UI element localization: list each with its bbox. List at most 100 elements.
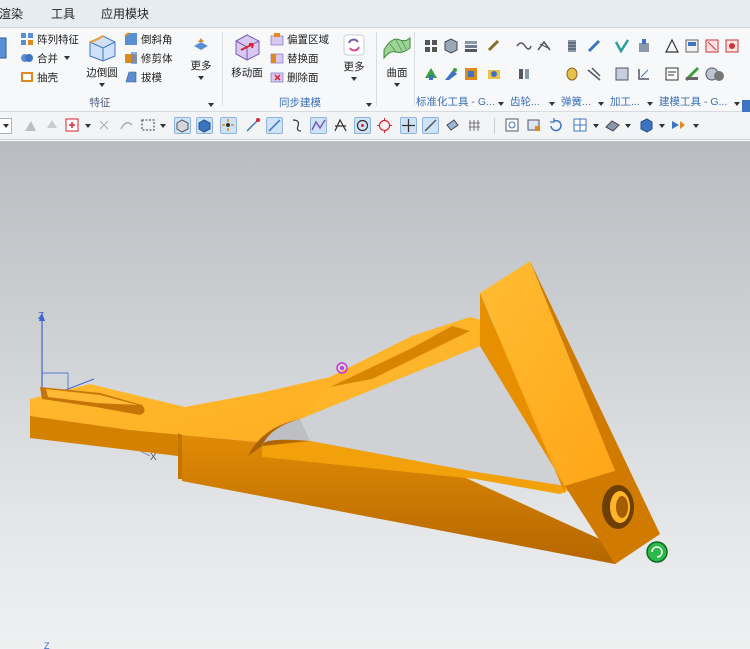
control-point-icon[interactable] — [288, 117, 305, 134]
replace-face-button[interactable]: 替换面 — [270, 49, 319, 67]
machining-c-icon[interactable] — [614, 66, 630, 82]
modeling-tools-tab[interactable]: 建模工具 - G... — [659, 94, 735, 109]
edit-object-display-dropdown-icon[interactable] — [659, 124, 665, 128]
part-body[interactable] — [30, 261, 660, 564]
spring-a-icon[interactable] — [564, 38, 580, 54]
show-hide-icon[interactable] — [670, 117, 687, 134]
feature-more-dropdown-icon[interactable] — [198, 76, 204, 80]
sync-more-dropdown-icon[interactable] — [351, 77, 357, 81]
pattern-feature-button[interactable]: 阵列特征 — [20, 30, 79, 48]
fit-view-icon[interactable] — [504, 117, 521, 134]
menu-app-modules[interactable]: 应用模块 — [93, 5, 157, 22]
render-style-icon[interactable] — [604, 117, 621, 134]
mid-point-icon[interactable] — [266, 117, 283, 134]
machining-tab[interactable]: 加工... — [610, 94, 650, 109]
tool-blue-icon[interactable] — [443, 66, 459, 82]
gear-tab[interactable]: 齿轮... — [510, 94, 550, 109]
orient-view-dropdown-icon[interactable] — [593, 124, 599, 128]
end-point-icon[interactable] — [244, 117, 261, 134]
library-icon[interactable] — [443, 38, 459, 54]
select-body-icon[interactable] — [174, 117, 191, 134]
graphics-viewport[interactable]: Z X Z — [0, 141, 750, 649]
select-feature-dropdown-icon[interactable] — [85, 124, 91, 128]
gear-a-icon[interactable] — [516, 38, 532, 54]
feature-more-button[interactable]: 更多 — [186, 36, 216, 80]
select-snap-icon[interactable] — [22, 117, 39, 134]
draft-button[interactable]: 拔模 — [124, 68, 162, 86]
arc-center-icon[interactable] — [332, 117, 349, 134]
modeling-tool-a-icon[interactable] — [684, 38, 700, 54]
tool-green-icon[interactable] — [423, 66, 439, 82]
edge-blend-button[interactable]: 边倒圆 — [84, 32, 120, 87]
spring-expand-icon[interactable] — [598, 102, 604, 106]
modeling-tool-c-icon[interactable] — [724, 38, 740, 54]
existing-point-icon[interactable] — [400, 117, 417, 134]
offset-region-button[interactable]: 偏置区域 — [270, 30, 329, 48]
standard-tools-expand-icon[interactable] — [498, 102, 504, 106]
spring-tab[interactable]: 弹簧... — [561, 94, 601, 109]
machining-d-icon[interactable] — [636, 66, 652, 82]
unite-button[interactable]: 合并 — [20, 49, 70, 67]
modeling-tool-g-icon[interactable] — [713, 70, 725, 82]
point-on-face-icon[interactable] — [444, 117, 461, 134]
standard-part-icon[interactable] — [423, 38, 439, 54]
select-point-icon[interactable] — [96, 117, 113, 134]
extrude-icon[interactable] — [0, 36, 10, 62]
tool-mixed-icon[interactable] — [486, 66, 502, 82]
select-face-icon[interactable] — [44, 117, 61, 134]
ribbon-scroll-right[interactable] — [742, 100, 750, 112]
model-canvas[interactable]: Z X Z — [0, 141, 750, 649]
edit-object-display-icon[interactable] — [638, 117, 655, 134]
surface-dropdown-icon[interactable] — [394, 83, 400, 87]
spring-d-icon[interactable] — [586, 66, 602, 82]
modeling-tool-b-icon[interactable] — [704, 38, 720, 54]
rotate-handle-icon[interactable] — [646, 541, 668, 563]
layer-icon[interactable] — [463, 38, 479, 54]
gear-b-icon[interactable] — [536, 38, 552, 54]
grid-icon[interactable] — [466, 117, 483, 134]
orient-view-icon[interactable] — [572, 117, 589, 134]
modeling-tool-e-icon[interactable] — [684, 66, 700, 82]
chamfer-button[interactable]: 倒斜角 — [124, 30, 173, 48]
modeling-tools-expand-icon[interactable] — [734, 102, 740, 106]
shell-button[interactable]: 抽壳 — [20, 68, 58, 86]
menu-render[interactable]: 渲染 — [0, 5, 31, 22]
show-hide-dropdown-icon[interactable] — [693, 124, 699, 128]
modeling-tool-d-icon[interactable] — [664, 66, 680, 82]
trim-body-button[interactable]: 修剪体 — [124, 49, 173, 67]
gear-tool-icon[interactable] — [486, 38, 502, 54]
intersection-point-icon[interactable] — [310, 117, 327, 134]
sync-more-button[interactable]: 更多 — [338, 34, 370, 81]
move-face-button[interactable]: 移动面 — [230, 32, 264, 80]
quadrant-point-icon[interactable] — [376, 117, 393, 134]
rectangle-select-icon[interactable] — [140, 117, 157, 134]
spring-c-icon[interactable] — [564, 66, 580, 82]
select-feature-icon[interactable] — [64, 117, 81, 134]
unite-dropdown-icon[interactable] — [64, 56, 70, 60]
rectangle-select-dropdown-icon[interactable] — [160, 124, 166, 128]
snap-point-icon[interactable] — [220, 117, 237, 134]
gear-c-icon[interactable] — [516, 66, 532, 82]
triangle-icon[interactable] — [664, 38, 680, 54]
select-solid-icon[interactable] — [196, 117, 213, 134]
sync-group-expand-icon[interactable] — [366, 103, 372, 107]
edge-blend-dropdown-icon[interactable] — [99, 83, 105, 87]
point-on-curve-icon[interactable] — [422, 117, 439, 134]
tool-orange-icon[interactable] — [463, 66, 479, 82]
gear-expand-icon[interactable] — [549, 102, 555, 106]
machining-b-icon[interactable] — [636, 38, 652, 54]
circle-center-icon[interactable] — [354, 117, 371, 134]
render-style-dropdown-icon[interactable] — [625, 124, 631, 128]
filter-dropdown-icon[interactable] — [3, 124, 9, 128]
menu-tools[interactable]: 工具 — [43, 5, 83, 22]
zoom-view-icon[interactable] — [526, 117, 543, 134]
rotate-view-icon[interactable] — [548, 117, 565, 134]
surface-button[interactable]: 曲面 — [380, 32, 414, 87]
delete-face-button[interactable]: 删除面 — [270, 68, 319, 86]
machining-expand-icon[interactable] — [647, 102, 653, 106]
feature-group-expand-icon[interactable] — [208, 103, 214, 107]
machining-a-icon[interactable] — [614, 38, 630, 54]
select-curve-icon[interactable] — [118, 117, 135, 134]
standard-tools-tab[interactable]: 标准化工具 - G... — [416, 94, 508, 109]
spring-b-icon[interactable] — [586, 38, 602, 54]
